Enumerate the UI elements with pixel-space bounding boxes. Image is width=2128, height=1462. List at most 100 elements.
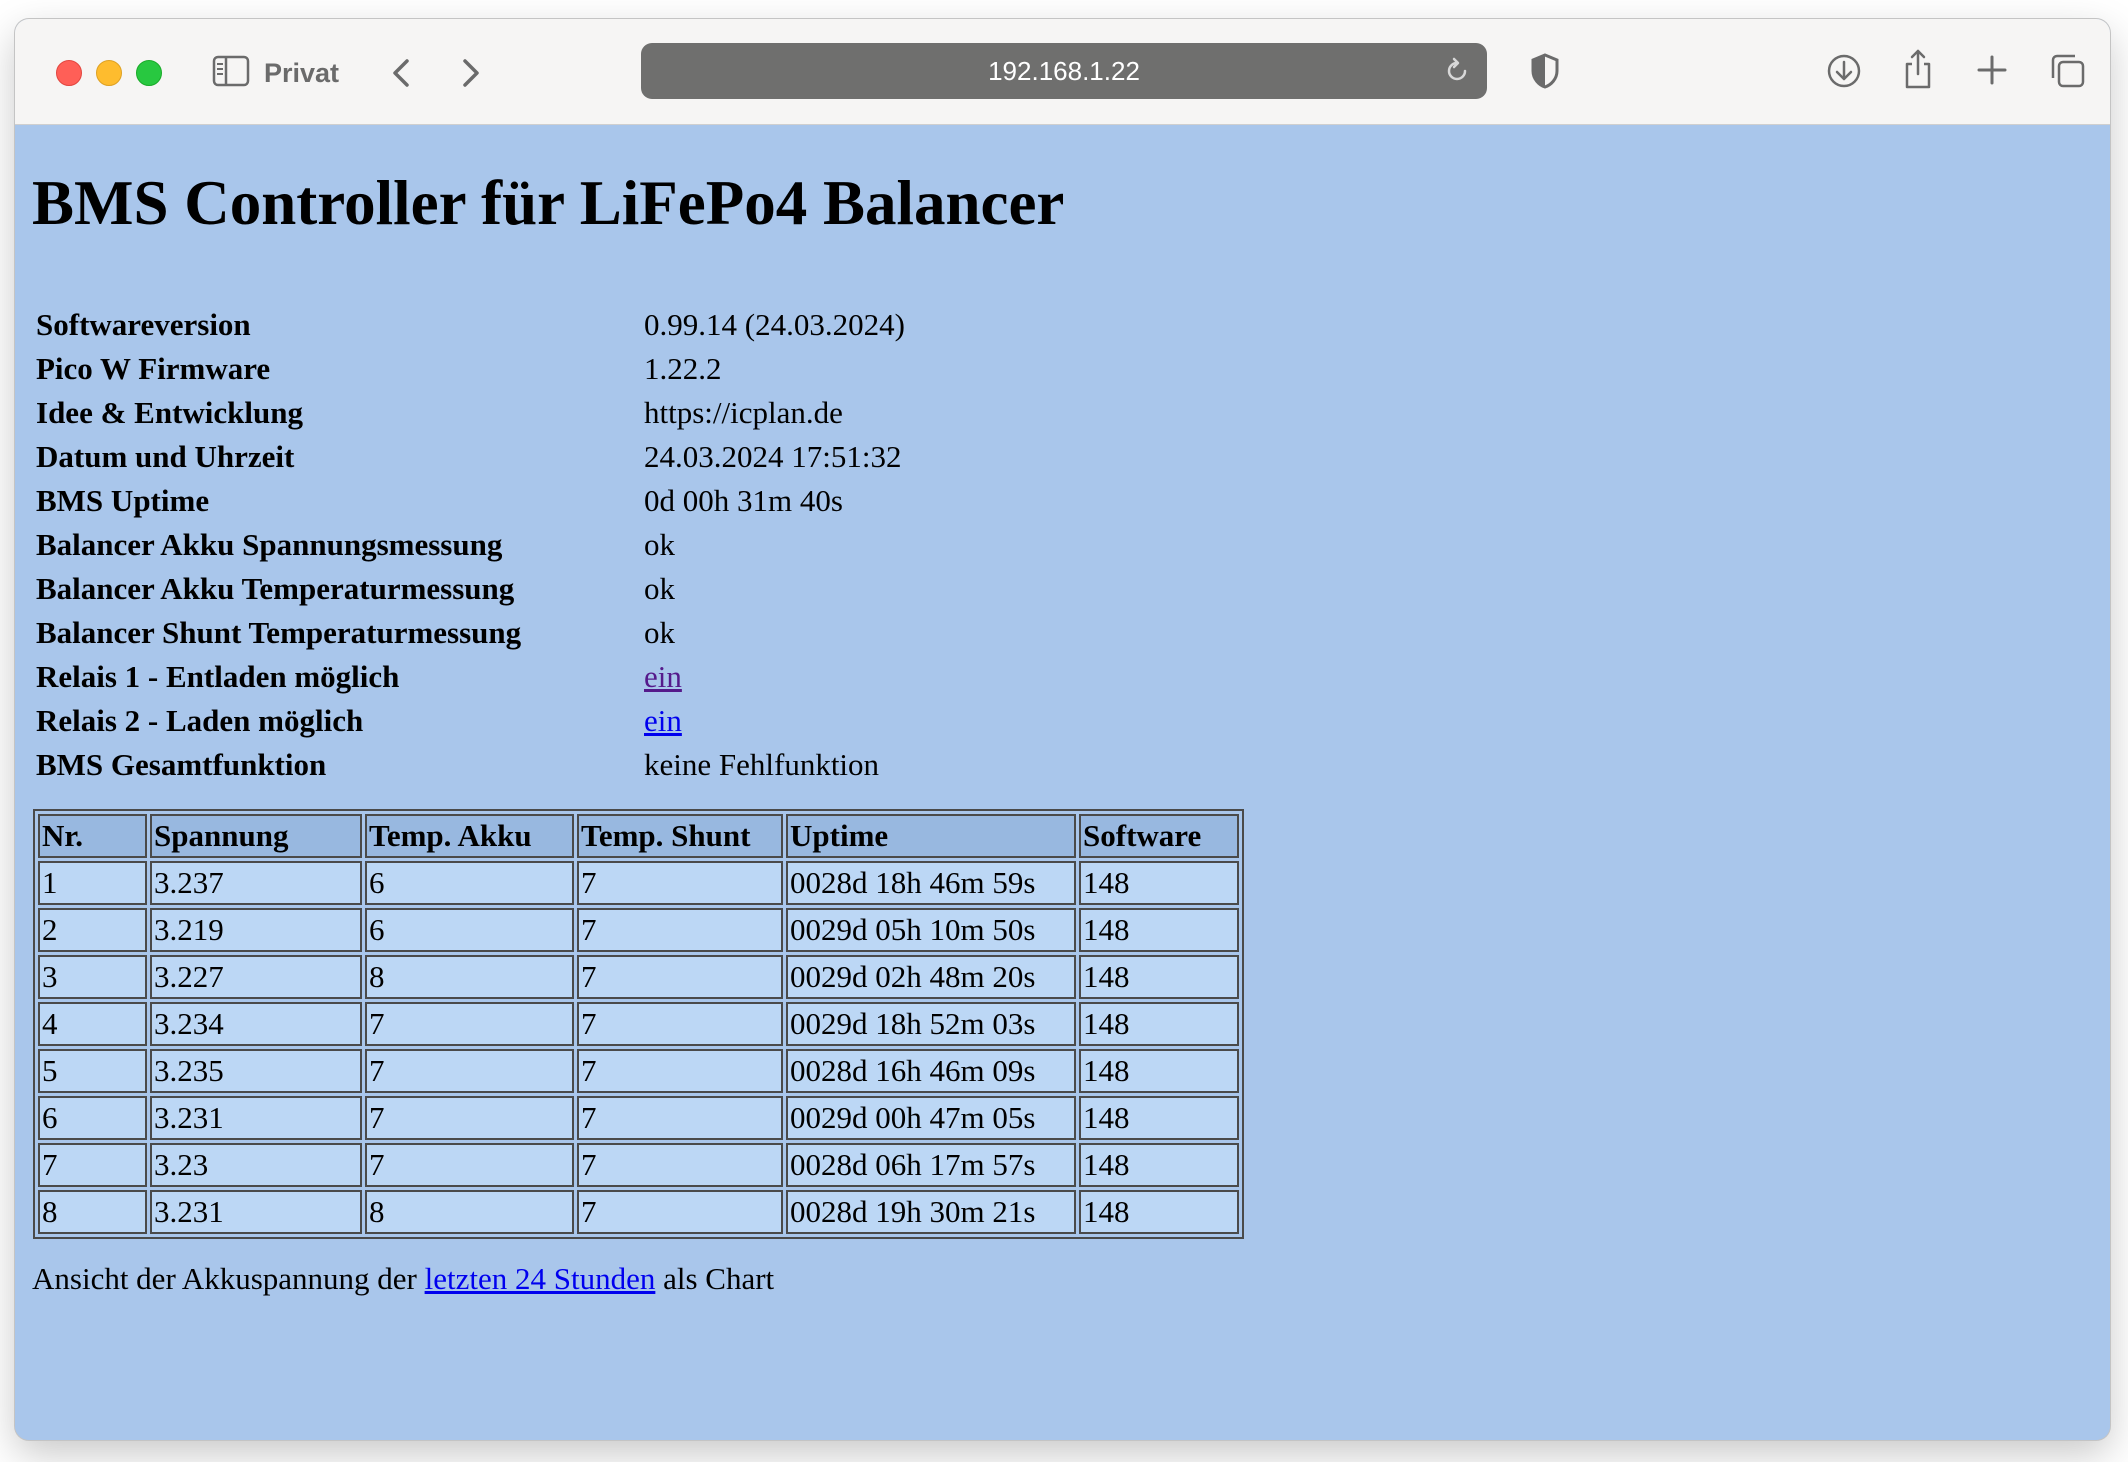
info-value: https://icplan.de: [644, 395, 843, 430]
info-value: 0d 00h 31m 40s: [644, 483, 843, 518]
shield-icon[interactable]: [1529, 51, 1561, 91]
column-header-temp-shunt: Temp. Shunt: [577, 814, 783, 858]
table-cell: 3.231: [150, 1190, 362, 1234]
table-cell: 3.23: [150, 1143, 362, 1187]
info-row-idee: Idee & Entwicklung https://icplan.de: [36, 391, 905, 435]
balancer-table: Nr. Spannung Temp. Akku Temp. Shunt Upti…: [33, 809, 1244, 1239]
table-header-row: Nr. Spannung Temp. Akku Temp. Shunt Upti…: [38, 814, 1239, 858]
table-cell: 148: [1079, 1190, 1239, 1234]
info-row-gesamtfunktion: BMS Gesamtfunktion keine Fehlfunktion: [36, 743, 905, 787]
info-label: BMS Uptime: [36, 483, 210, 518]
table-cell: 8: [365, 955, 574, 999]
info-value: keine Fehlfunktion: [644, 747, 880, 782]
info-label: Balancer Shunt Temperaturmessung: [36, 615, 522, 650]
download-icon[interactable]: [1825, 52, 1863, 90]
reload-icon[interactable]: [1443, 57, 1471, 85]
table-cell: 8: [365, 1190, 574, 1234]
info-row-relais-1: Relais 1 - Entladen möglich ein: [36, 655, 905, 699]
table-cell: 7: [577, 955, 783, 999]
table-row: 4 3.234 7 7 0029d 18h 52m 03s 148: [38, 1002, 1239, 1046]
table-cell: 0029d 02h 48m 20s: [786, 955, 1076, 999]
table-cell: 0028d 18h 46m 59s: [786, 861, 1076, 905]
relais-2-toggle-link[interactable]: ein: [644, 703, 682, 738]
footer-prefix: Ansicht der Akkuspannung der: [32, 1261, 425, 1296]
table-cell: 7: [577, 861, 783, 905]
info-value: 1.22.2: [644, 351, 722, 386]
table-row: 6 3.231 7 7 0029d 00h 47m 05s 148: [38, 1096, 1239, 1140]
share-icon[interactable]: [1901, 47, 1935, 91]
table-row: 2 3.219 6 7 0029d 05h 10m 50s 148: [38, 908, 1239, 952]
table-cell: 148: [1079, 1002, 1239, 1046]
page-content: BMS Controller für LiFePo4 Balancer Soft…: [15, 125, 2110, 1440]
table-row: 1 3.237 6 7 0028d 18h 46m 59s 148: [38, 861, 1239, 905]
info-label: Balancer Akku Temperaturmessung: [36, 571, 515, 606]
table-cell: 7: [577, 1096, 783, 1140]
footer-suffix: als Chart: [655, 1261, 775, 1296]
browser-window: Privat 192.168.1.22 BMS Controller für L…: [15, 19, 2110, 1440]
info-label: Softwareversion: [36, 307, 251, 342]
info-label: Pico W Firmware: [36, 351, 271, 386]
table-cell: 3.227: [150, 955, 362, 999]
table-cell: 8: [38, 1190, 147, 1234]
table-cell: 0029d 05h 10m 50s: [786, 908, 1076, 952]
last-24-hours-chart-link[interactable]: letzten 24 Stunden: [425, 1261, 656, 1296]
browser-toolbar: Privat 192.168.1.22: [15, 19, 2110, 125]
table-cell: 0028d 06h 17m 57s: [786, 1143, 1076, 1187]
info-row-relais-2: Relais 2 - Laden möglich ein: [36, 699, 905, 743]
info-row-akku-temperatur: Balancer Akku Temperaturmessung ok: [36, 567, 905, 611]
info-label: BMS Gesamtfunktion: [36, 747, 327, 782]
table-cell: 7: [577, 1049, 783, 1093]
table-cell: 6: [38, 1096, 147, 1140]
new-tab-plus-icon[interactable]: [1975, 53, 2009, 87]
table-row: 8 3.231 8 7 0028d 19h 30m 21s 148: [38, 1190, 1239, 1234]
column-header-software: Software: [1079, 814, 1239, 858]
info-row-uptime: BMS Uptime 0d 00h 31m 40s: [36, 479, 905, 523]
info-label: Relais 1 - Entladen möglich: [36, 659, 400, 694]
info-value: ein: [644, 703, 682, 739]
table-cell: 148: [1079, 1143, 1239, 1187]
table-cell: 3.235: [150, 1049, 362, 1093]
info-value: 0.99.14 (24.03.2024): [644, 307, 905, 342]
table-row: 3 3.227 8 7 0029d 02h 48m 20s 148: [38, 955, 1239, 999]
table-cell: 3.219: [150, 908, 362, 952]
info-label: Relais 2 - Laden möglich: [36, 703, 364, 738]
table-cell: 2: [38, 908, 147, 952]
info-value: ok: [644, 615, 675, 650]
table-cell: 7: [365, 1096, 574, 1140]
forward-arrow-icon[interactable]: [455, 53, 485, 93]
table-cell: 4: [38, 1002, 147, 1046]
close-window-button[interactable]: [56, 60, 82, 86]
table-cell: 7: [38, 1143, 147, 1187]
table-cell: 0028d 16h 46m 09s: [786, 1049, 1076, 1093]
info-value: ein: [644, 659, 682, 695]
table-cell: 148: [1079, 955, 1239, 999]
table-cell: 3.237: [150, 861, 362, 905]
info-value: ok: [644, 527, 675, 562]
zoom-window-button[interactable]: [136, 60, 162, 86]
info-row-firmware: Pico W Firmware 1.22.2: [36, 347, 905, 391]
table-cell: 5: [38, 1049, 147, 1093]
sidebar-icon[interactable]: [212, 55, 250, 87]
relais-1-toggle-link[interactable]: ein: [644, 659, 682, 694]
info-row-softwareversion: Softwareversion 0.99.14 (24.03.2024): [36, 303, 905, 347]
address-url[interactable]: 192.168.1.22: [641, 43, 1487, 99]
info-row-datum: Datum und Uhrzeit 24.03.2024 17:51:32: [36, 435, 905, 479]
table-cell: 7: [577, 1190, 783, 1234]
table-cell: 7: [577, 908, 783, 952]
table-cell: 3.234: [150, 1002, 362, 1046]
column-header-temp-akku: Temp. Akku: [365, 814, 574, 858]
table-cell: 7: [577, 1002, 783, 1046]
table-cell: 7: [577, 1143, 783, 1187]
info-label: Balancer Akku Spannungsmessung: [36, 527, 503, 562]
address-bar[interactable]: 192.168.1.22: [641, 43, 1487, 99]
table-cell: 7: [365, 1002, 574, 1046]
table-cell: 0029d 18h 52m 03s: [786, 1002, 1076, 1046]
table-cell: 6: [365, 861, 574, 905]
table-cell: 0028d 19h 30m 21s: [786, 1190, 1076, 1234]
private-profile-label[interactable]: Privat: [264, 55, 339, 91]
minimize-window-button[interactable]: [96, 60, 122, 86]
table-cell: 7: [365, 1049, 574, 1093]
tab-overview-icon[interactable]: [2049, 52, 2087, 90]
back-arrow-icon[interactable]: [387, 53, 417, 93]
table-cell: 3.231: [150, 1096, 362, 1140]
